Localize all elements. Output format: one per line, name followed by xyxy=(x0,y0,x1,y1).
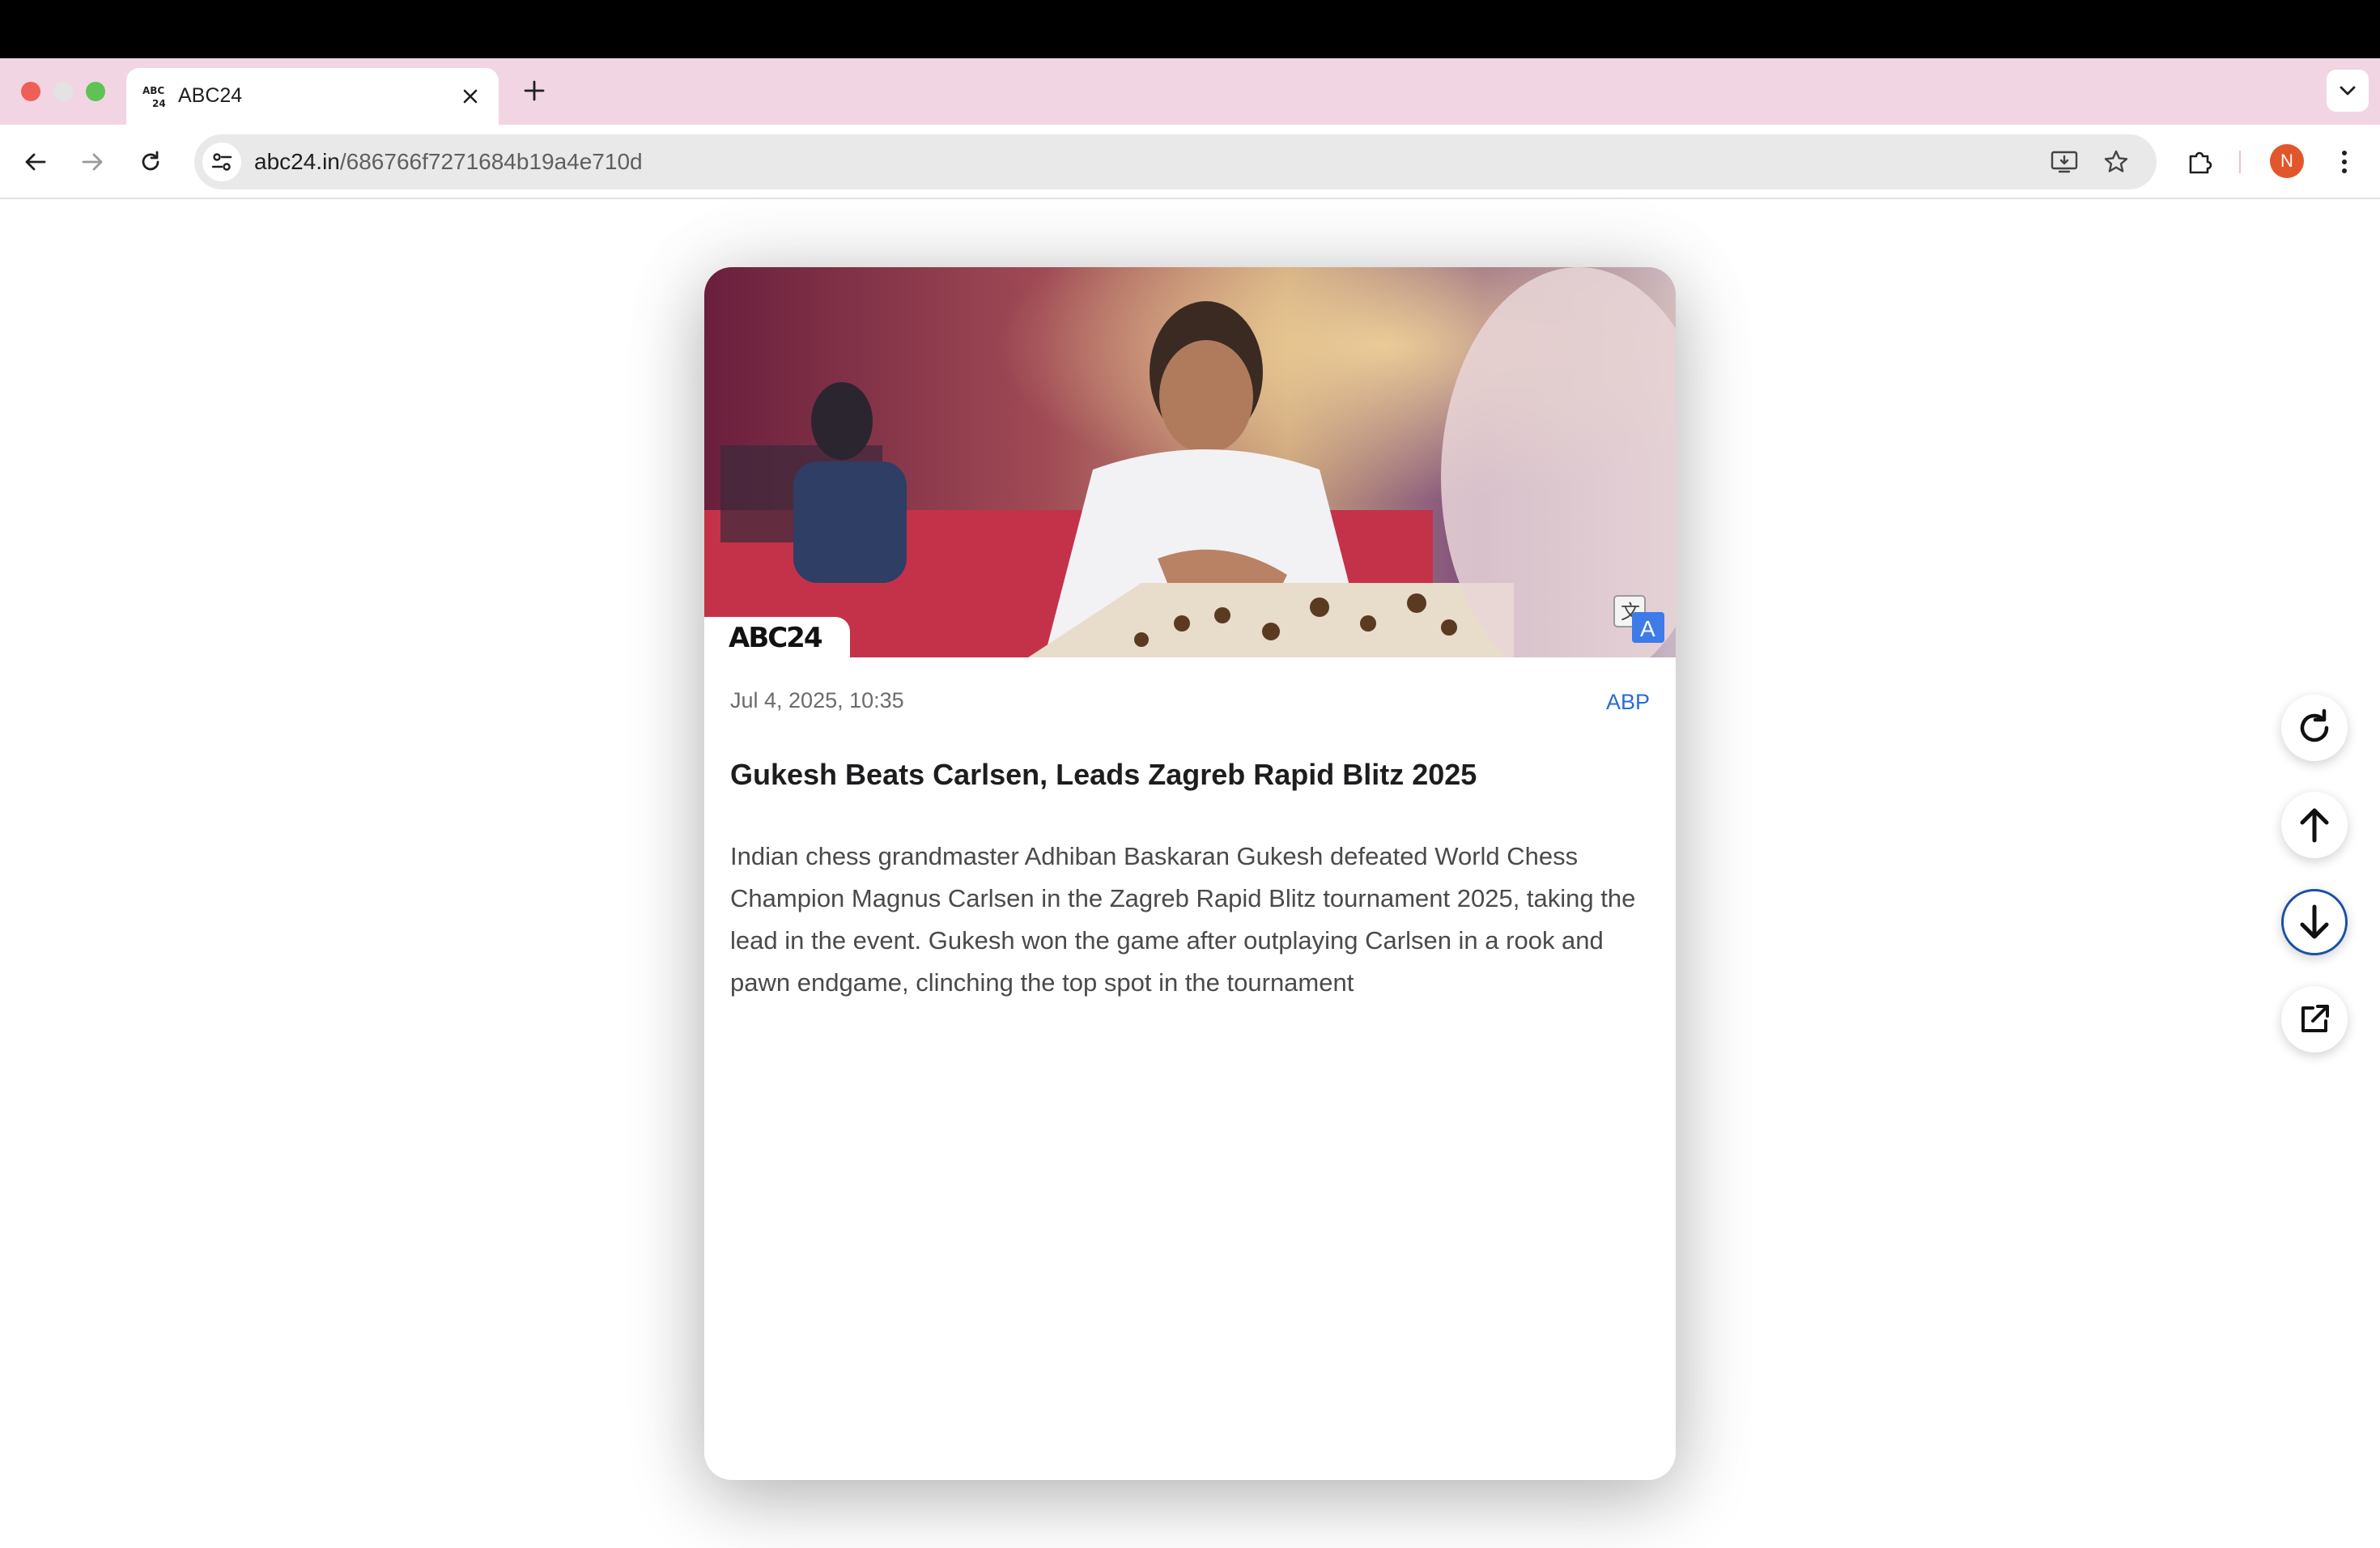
close-icon xyxy=(463,89,478,104)
translate-badge-letter: A xyxy=(1640,616,1655,641)
external-link-icon xyxy=(2301,1005,2329,1032)
toolbar-separator xyxy=(2239,151,2241,173)
article-headline[interactable]: Gukesh Beats Carlsen, Leads Zagreb Rapid… xyxy=(730,758,1645,792)
back-button[interactable] xyxy=(15,141,57,183)
svg-text:ABC: ABC xyxy=(142,85,164,96)
plus-icon xyxy=(524,80,545,101)
system-menubar xyxy=(0,0,2380,58)
tune-icon xyxy=(211,153,232,171)
reload-button[interactable] xyxy=(130,141,172,183)
chess-player-photo xyxy=(704,267,1676,657)
refresh-icon xyxy=(2300,708,2329,742)
browser-toolbar: abc24.in/686766f7271684b19a4e710d N xyxy=(0,125,2380,199)
url-path: /686766f7271684b19a4e710d xyxy=(339,149,643,174)
install-icon xyxy=(2051,151,2078,173)
install-app-button[interactable] xyxy=(2045,142,2084,181)
chevron-down-icon xyxy=(2340,86,2356,96)
tab-search-button[interactable] xyxy=(2327,70,2369,112)
article-source-link[interactable]: ABP xyxy=(1606,690,1650,715)
site-info-button[interactable] xyxy=(202,142,241,181)
news-card: ABC24 文 A Jul 4, 2025, 10:35 ABP Gukesh … xyxy=(704,267,1676,1480)
previous-article-button[interactable] xyxy=(2281,792,2348,858)
tab-close-button[interactable] xyxy=(455,81,486,112)
tab-active[interactable]: ABC 24 ABC24 xyxy=(126,68,499,126)
article-date: Jul 4, 2025, 10:35 xyxy=(730,688,904,712)
profile-avatar[interactable]: N xyxy=(2270,144,2304,178)
maximize-window-button[interactable] xyxy=(86,82,105,101)
star-icon xyxy=(2104,150,2128,172)
abc24-favicon-icon: ABC 24 xyxy=(142,85,166,109)
article-hero-image xyxy=(704,267,1676,657)
arrow-right-icon xyxy=(82,153,103,171)
close-window-button[interactable] xyxy=(21,82,40,101)
puzzle-icon xyxy=(2189,151,2212,174)
url-host: abc24.in xyxy=(254,149,340,174)
address-bar[interactable]: abc24.in/686766f7271684b19a4e710d xyxy=(194,134,2157,189)
reload-icon xyxy=(142,151,159,171)
more-vert-icon xyxy=(2342,151,2347,173)
new-tab-button[interactable] xyxy=(518,74,550,107)
translate-button[interactable]: 文 A xyxy=(1613,594,1666,644)
minimize-window-button[interactable] xyxy=(53,82,73,101)
svg-text:24: 24 xyxy=(152,98,166,109)
forward-button[interactable] xyxy=(71,141,113,183)
arrow-left-icon xyxy=(25,153,46,171)
refresh-feed-button[interactable] xyxy=(2281,695,2348,761)
arrow-down-icon xyxy=(2300,904,2329,939)
arrow-up-icon xyxy=(2300,808,2329,843)
browser-menu-button[interactable] xyxy=(2323,141,2365,183)
url-text: abc24.in/686766f7271684b19a4e710d xyxy=(254,149,643,175)
article-summary: Indian chess grandmaster Adhiban Baskara… xyxy=(730,842,1636,997)
next-article-button[interactable] xyxy=(2281,889,2348,955)
open-article-button[interactable] xyxy=(2281,986,2348,1053)
translate-icon: 文 A xyxy=(1613,595,1664,643)
tab-title: ABC24 xyxy=(178,84,243,107)
extensions-button[interactable] xyxy=(2179,141,2221,183)
brand-logo: ABC24 xyxy=(729,622,822,654)
source-brand-tab: ABC24 xyxy=(704,617,850,659)
bookmark-button[interactable] xyxy=(2097,142,2136,181)
